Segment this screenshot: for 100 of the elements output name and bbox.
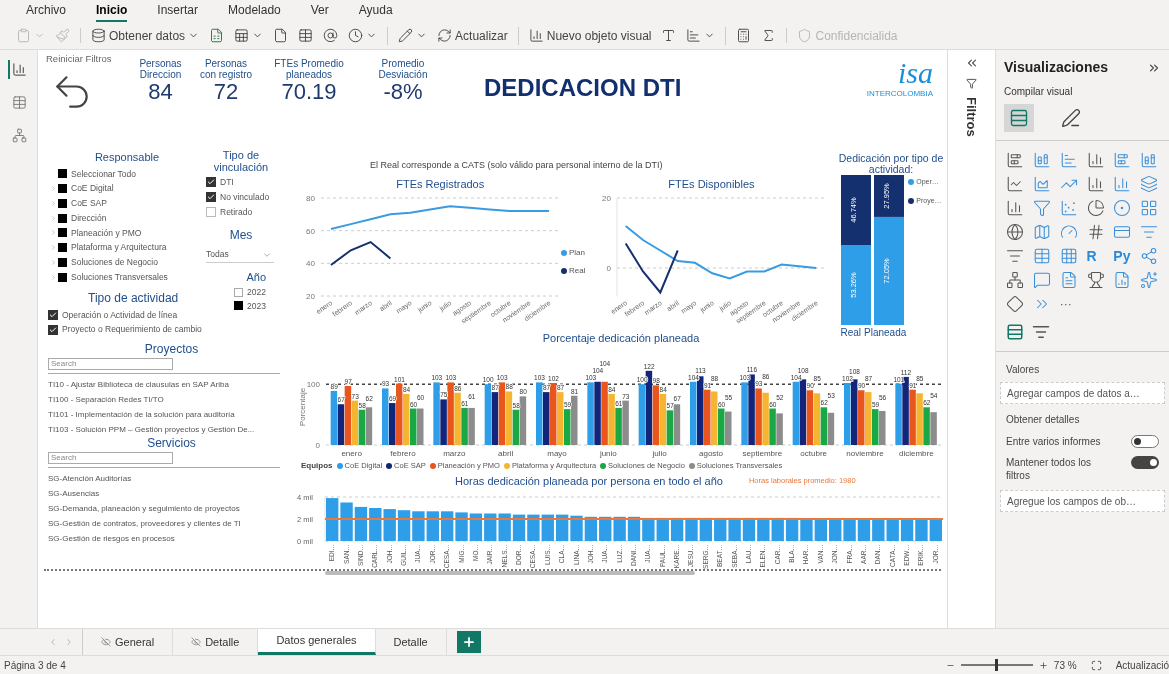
visual-type-icon[interactable] [1006,175,1024,193]
visual-type-icon[interactable] [1006,199,1024,217]
toolbar-icon-button[interactable] [273,28,289,43]
toolbar-icon-button[interactable] [736,28,752,43]
visual-type-icon[interactable] [1006,151,1024,169]
visual-type-icon[interactable] [1006,271,1024,289]
toolbar-icon-button[interactable] [234,28,264,43]
visual-type-icon[interactable] [1006,295,1024,313]
toolbar-button[interactable]: Obtener datos [91,26,200,45]
checkbox[interactable] [58,169,67,179]
toolbar-button[interactable]: Nuevo objeto visual [528,26,652,45]
checkbox[interactable] [48,309,58,320]
checkbox[interactable] [234,301,243,311]
checkbox[interactable] [58,228,67,238]
visual-type-icon[interactable] [1086,151,1105,169]
scrollbar[interactable] [325,571,695,575]
search-field[interactable]: Search [48,452,173,464]
menu-tab[interactable]: Ver [310,1,329,22]
bar [714,517,727,541]
visual-type-icon[interactable] [1086,271,1105,289]
visual-type-icon[interactable] [1032,199,1051,217]
visual-type-icon[interactable] [1086,175,1105,193]
checkbox[interactable] [58,213,67,223]
list-item[interactable]: TI101 - Implementación de la solución para auditoría [48,409,295,421]
fit-page-icon[interactable] [1090,659,1102,671]
visual-type-icon[interactable] [1006,247,1024,265]
list-item[interactable]: TI100 - Separación Redes TI/TO [48,394,295,406]
visual-type-icon[interactable] [1059,271,1078,289]
toolbar-button[interactable]: Actualizar [437,26,508,45]
list-item[interactable]: SG-Gestión de riesgos en procesos [48,533,295,545]
kpi-value: 70.19 [281,80,337,104]
view-icon [12,128,27,143]
visual-type-icon[interactable] [1113,271,1132,289]
checkbox[interactable] [206,177,216,188]
filter-icon [966,78,977,89]
list-item[interactable]: SG-Gestión de contratos, proveedores y clientes de TI [48,518,295,530]
field-well[interactable]: Agregar campos de datos a… [1000,382,1165,404]
menu-tab[interactable]: Archivo [26,1,66,22]
menu-tab[interactable]: Ayuda [358,1,393,22]
slicer-title: Tipo de actividad [88,289,179,307]
toolbar-icon-button[interactable] [298,28,314,43]
y-axis-line [324,496,326,542]
checkbox[interactable] [206,206,216,217]
bar [742,517,756,541]
toolbar-icon-button[interactable] [323,28,339,43]
visual-type-icon[interactable] [1006,223,1024,241]
pane-title[interactable]: Filtros [961,97,982,137]
build-tab[interactable] [1004,104,1034,132]
checkbox[interactable] [58,257,67,267]
visual-type-icon[interactable] [1140,247,1159,265]
field-well[interactable]: Agregue los campos de ob… [1000,490,1165,512]
visual-type-icon[interactable] [1086,199,1105,217]
zoom-reading: 73 % [1053,658,1077,673]
checkbox[interactable] [58,184,67,194]
toggle-switch[interactable] [1131,435,1159,448]
visual-type-icon[interactable] [1140,199,1159,217]
add-page-button[interactable] [456,631,481,653]
checkbox[interactable] [58,272,67,282]
toolbar-icon-button[interactable] [209,28,225,43]
visual-type-icon[interactable] [1006,323,1024,341]
list-item[interactable]: TI103 - Solución PPM – Gestión proyectos y Gestión De... [48,424,295,436]
visual-type-icon[interactable] [1059,247,1078,265]
bar [900,519,914,541]
section-label: Compilar visual [1003,85,1074,99]
page-tab[interactable]: Datos generales [258,629,376,655]
zoom-in-icon[interactable] [1038,660,1048,670]
slider-thumb[interactable] [995,659,999,671]
menu-tab[interactable]: Insertar [157,1,199,22]
bar [872,519,885,541]
bar [512,514,526,541]
toolbar-icon-button[interactable] [398,28,428,43]
visual-type-icon[interactable] [1032,271,1051,289]
bar [757,517,770,541]
view-tab[interactable] [8,60,29,79]
search-field[interactable]: Search [48,358,173,370]
bar [886,519,899,541]
checkbox[interactable] [58,243,67,253]
month-dropdown[interactable]: Todas [206,247,274,264]
view-icon [12,62,27,77]
axis-tick-label: 20 [602,194,612,203]
checkbox[interactable] [234,287,243,297]
toggle-switch[interactable] [1131,456,1159,469]
menu-tab[interactable]: Modelado [228,1,281,22]
visual-type-icon[interactable] [1113,199,1132,217]
toolbar-icon-button[interactable] [661,28,677,43]
more-visuals-button[interactable]: ··· [1059,295,1079,313]
checkbox[interactable] [48,324,58,335]
checkbox[interactable] [58,198,67,208]
visual-type-icon[interactable] [1086,223,1105,241]
visual-type-icon[interactable] [1032,323,1050,341]
checkbox[interactable] [206,192,216,203]
visual-type-icon[interactable] [1113,223,1132,241]
visual-type-icon[interactable] [1140,271,1159,289]
list-item[interactable]: SG-Demanda, planeación y seguimiento de proyectos [48,503,295,515]
list-item[interactable]: SG-Ausencias [48,488,295,500]
toolbar-icon-button[interactable] [348,28,378,43]
bar [599,516,612,541]
list-item[interactable]: SG-Atención Auditorías [48,473,295,485]
list-item[interactable]: TI10 - Ajustar Biblioteca de clausulas en SAP Ariba [48,379,295,391]
visual-type-icon[interactable] [1032,223,1051,241]
